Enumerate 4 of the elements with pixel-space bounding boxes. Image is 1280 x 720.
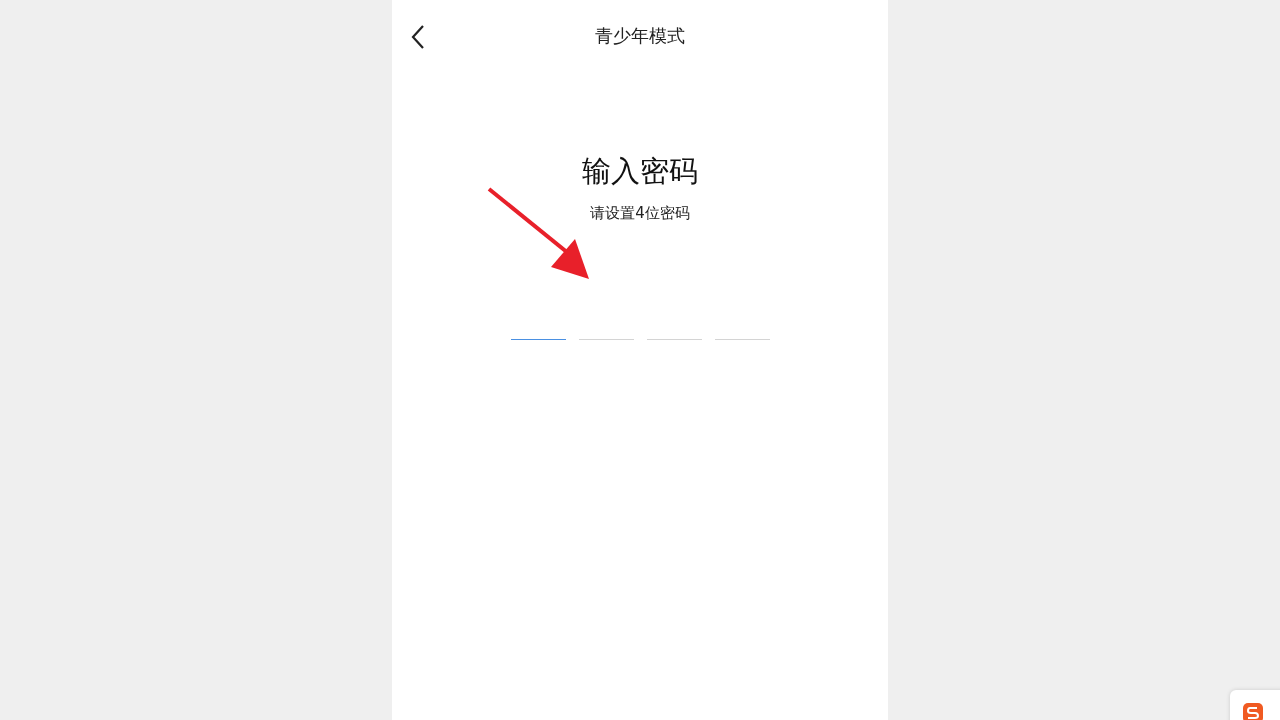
- page-title: 青少年模式: [595, 24, 685, 48]
- hint-text: 请设置4位密码: [590, 204, 690, 223]
- ime-icon[interactable]: [1242, 702, 1264, 720]
- heading: 输入密码: [582, 153, 698, 190]
